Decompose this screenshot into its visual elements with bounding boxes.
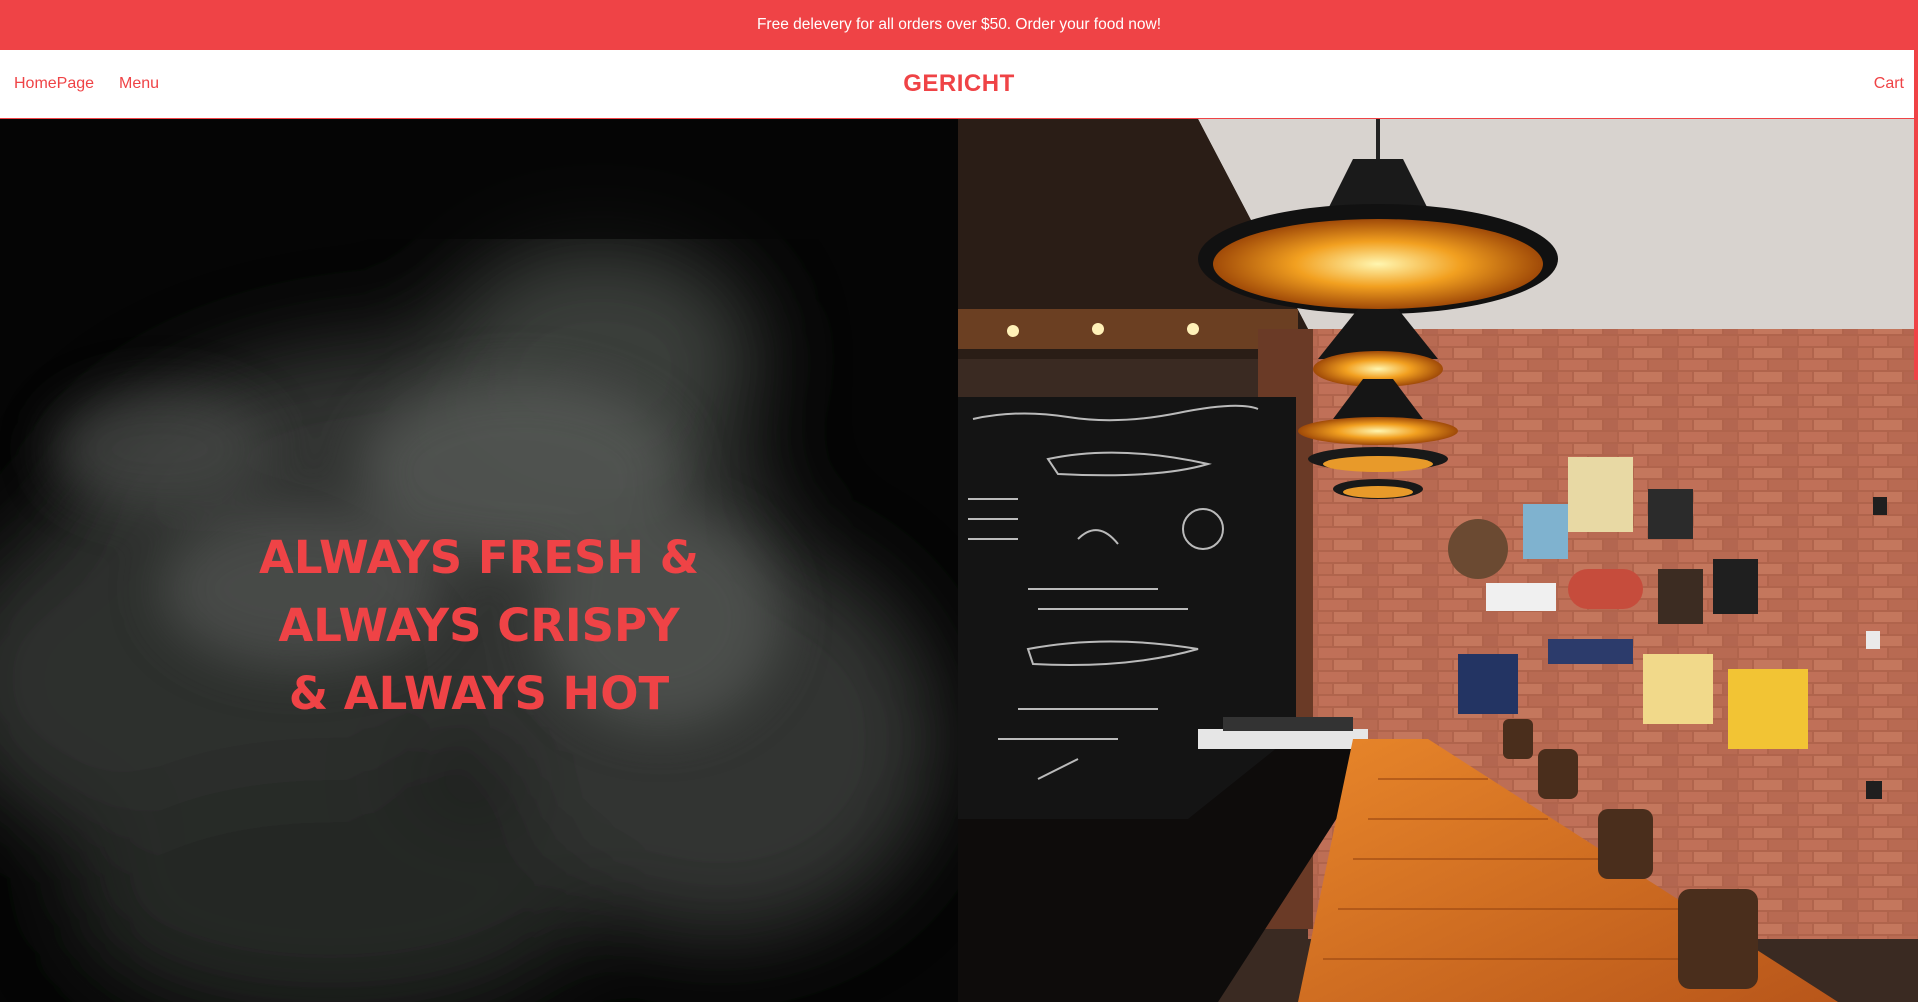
nav-link-homepage[interactable]: HomePage <box>14 50 94 118</box>
brand-logo[interactable]: GERICHT <box>903 70 1015 98</box>
restaurant-interior-image <box>958 119 1918 1002</box>
scrollbar-thumb[interactable] <box>1914 50 1918 380</box>
hero-restaurant-panel <box>958 119 1918 1002</box>
nav-link-cart[interactable]: Cart <box>1874 50 1904 118</box>
hero-smoke-panel: ALWAYS FRESH & ALWAYS CRISPY & ALWAYS HO… <box>0 119 958 1002</box>
promo-text: Free delevery for all orders over $50. O… <box>756 16 1162 33</box>
promo-banner: Free delevery for all orders over $50. O… <box>0 0 1918 50</box>
nav-link-menu[interactable]: Menu <box>119 50 159 118</box>
hero-headline-line-2: ALWAYS CRISPY <box>278 599 680 652</box>
hero-headline: ALWAYS FRESH & ALWAYS CRISPY & ALWAYS HO… <box>0 524 958 728</box>
hero-headline-line-3: & ALWAYS HOT <box>288 667 670 720</box>
brand-logo-wrapper: GERICHT <box>0 50 1918 118</box>
hero-headline-line-1: ALWAYS FRESH & <box>259 531 699 584</box>
top-navbar: HomePage Menu GERICHT Cart <box>0 50 1918 119</box>
